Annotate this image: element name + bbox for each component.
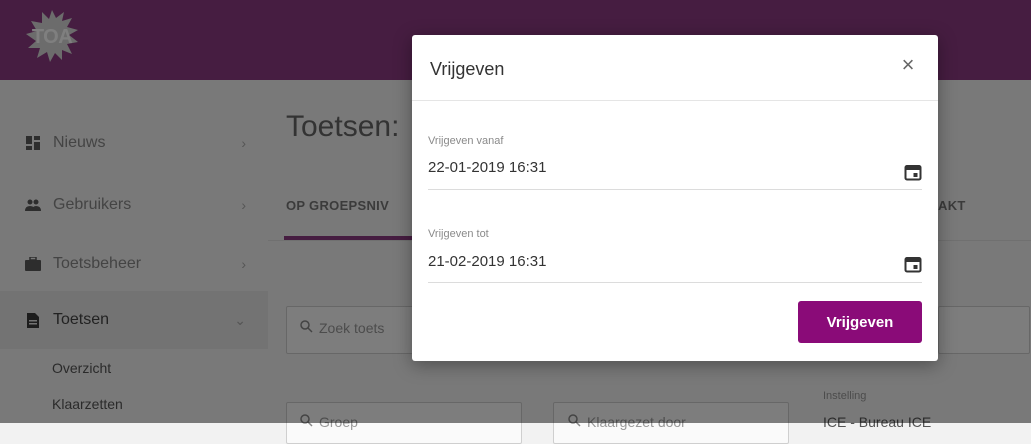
close-button[interactable]: ×: [896, 52, 920, 77]
from-date-underline: [428, 189, 922, 190]
to-date-input[interactable]: 21-02-2019 16:31: [428, 253, 546, 270]
dialog-header: Vrijgeven ×: [412, 35, 938, 101]
close-icon: ×: [901, 52, 915, 77]
vrijgeven-dialog: Vrijgeven × Vrijgeven vanaf 22-01-2019 1…: [412, 35, 938, 361]
calendar-icon[interactable]: [904, 255, 922, 273]
calendar-icon[interactable]: [904, 163, 922, 181]
vrijgeven-submit-button[interactable]: Vrijgeven: [798, 301, 922, 343]
from-date-label: Vrijgeven vanaf: [428, 135, 504, 147]
dialog-title: Vrijgeven: [430, 59, 505, 79]
from-date-input[interactable]: 22-01-2019 16:31: [428, 159, 546, 176]
to-date-label: Vrijgeven tot: [428, 228, 489, 240]
to-date-underline: [428, 282, 922, 283]
